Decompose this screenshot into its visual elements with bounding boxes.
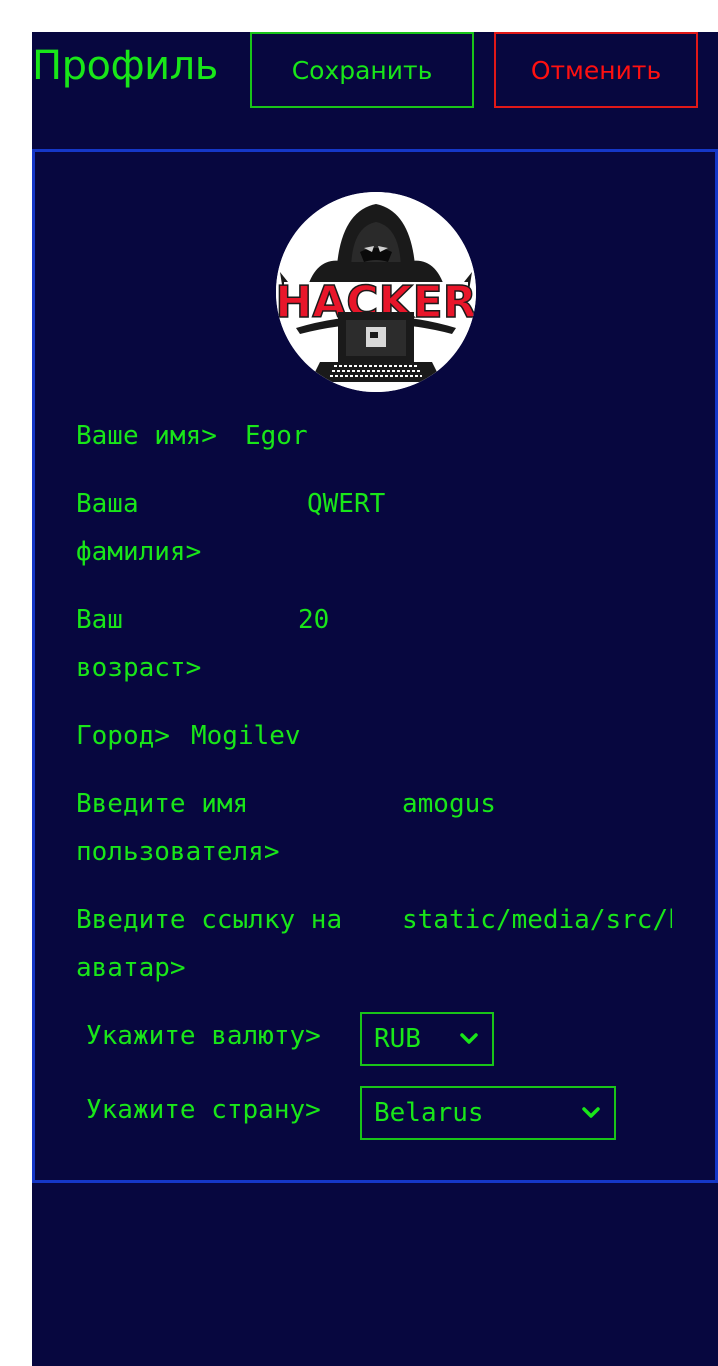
surname-label: Ваша — [76, 489, 139, 519]
page-title: Профиль — [32, 43, 218, 89]
name-field[interactable]: Egor — [245, 412, 645, 460]
city-field[interactable]: Mogilev — [191, 712, 591, 760]
avatar-link-label: Введите ссылку на — [76, 905, 343, 935]
age-label-line2: возраст> — [76, 653, 202, 683]
currency-selected: RUB — [374, 1024, 421, 1054]
hacker-logo-icon: HACKER — [276, 192, 476, 392]
currency-select[interactable]: RUB — [360, 1012, 494, 1066]
profile-app: Профиль Сохранить Отменить HACKER Ваше и… — [32, 32, 718, 1366]
avatar-link-field[interactable]: static/media/src/hacker.png — [402, 896, 672, 944]
country-selected: Belarus — [374, 1098, 484, 1128]
age-field[interactable]: 20 — [298, 596, 658, 644]
country-select[interactable]: Belarus — [360, 1086, 616, 1140]
cancel-button[interactable]: Отменить — [494, 32, 698, 108]
username-label-line2: пользователя> — [76, 837, 280, 867]
city-label: Город> — [76, 721, 170, 751]
name-label: Ваше имя> — [76, 421, 217, 451]
surname-label-line2: фамилия> — [76, 537, 202, 567]
username-label: Введите имя — [76, 789, 249, 819]
save-button[interactable]: Сохранить — [250, 32, 474, 108]
surname-field[interactable]: QWERT — [307, 480, 667, 528]
avatar-link-label-line2: аватар> — [76, 953, 186, 983]
username-field[interactable]: amogus — [402, 780, 672, 828]
country-label: Укажите страну> — [86, 1095, 321, 1125]
avatar: HACKER — [276, 192, 476, 392]
currency-label: Укажите валюту> — [86, 1021, 321, 1051]
profile-card: HACKER Ваше имя> Egor Ваша фамилия> QWER… — [32, 149, 718, 1183]
chevron-down-icon — [582, 1107, 600, 1118]
age-label: Ваш — [76, 605, 123, 635]
chevron-down-icon — [460, 1033, 478, 1044]
